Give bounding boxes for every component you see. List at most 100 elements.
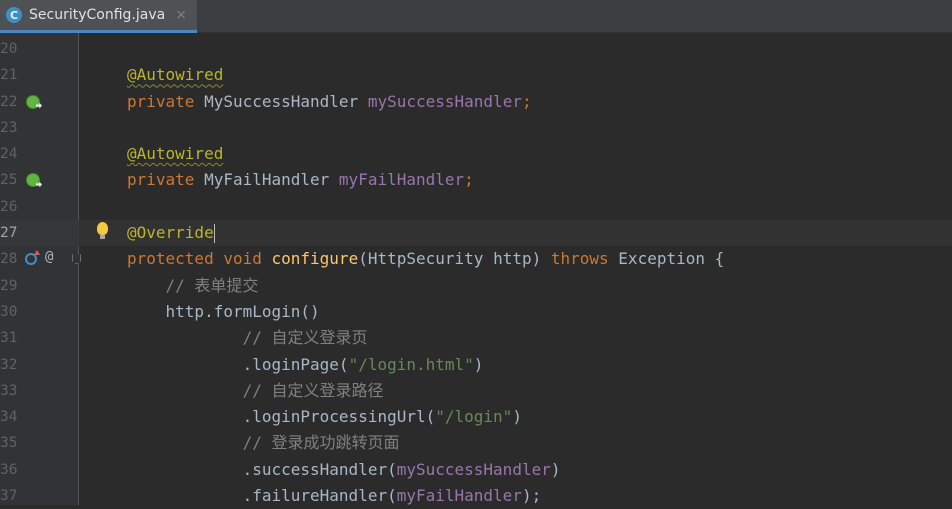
- code-editor[interactable]: 20 21 @Autowired 22 private MySuccessHandler…: [0, 33, 952, 505]
- tab-securityconfig[interactable]: C SecurityConfig.java ×: [0, 0, 197, 33]
- line-number[interactable]: 24: [0, 141, 20, 167]
- code-token: ): [512, 407, 522, 427]
- line-number[interactable]: 37: [0, 483, 20, 509]
- fold-icon[interactable]: [72, 254, 81, 265]
- code-token: // 自定义登录路径: [242, 380, 384, 400]
- code-token: @Autowired: [127, 65, 224, 85]
- code-text: // 登录成功跳转页面: [127, 430, 400, 456]
- annotation-at-icon[interactable]: @: [45, 249, 53, 265]
- code-line[interactable]: 31 // 自定义登录页: [0, 325, 952, 351]
- line-number[interactable]: 36: [0, 457, 20, 483]
- code-token: @Autowired: [127, 144, 224, 164]
- code-line[interactable]: 32 .loginPage("/login.html"): [0, 352, 952, 378]
- code-text: @Override: [127, 220, 215, 246]
- code-token: // 自定义登录页: [242, 328, 368, 348]
- code-text: .successHandler(mySuccessHandler): [127, 457, 561, 483]
- code-line[interactable]: 27 @Override: [0, 220, 952, 247]
- code-line[interactable]: 35 // 登录成功跳转页面: [0, 430, 952, 456]
- code-text: .failureHandler(myFailHandler);: [127, 483, 542, 509]
- code-token: "/login": [435, 407, 513, 427]
- line-number[interactable]: 33: [0, 378, 20, 404]
- close-icon[interactable]: ×: [175, 7, 187, 23]
- code-token: // 登录成功跳转页面: [242, 433, 400, 453]
- code-token: private: [127, 91, 205, 111]
- code-text: @Autowired: [127, 62, 223, 88]
- line-number[interactable]: 20: [0, 36, 20, 62]
- code-line[interactable]: 34 .loginProcessingUrl("/login"): [0, 404, 952, 430]
- intention-bulb-icon[interactable]: [97, 222, 108, 240]
- line-number[interactable]: 23: [0, 115, 20, 141]
- code-token: // 表单提交: [165, 275, 259, 295]
- line-number[interactable]: 31: [0, 325, 20, 351]
- code-text: // 自定义登录路径: [127, 378, 384, 404]
- code-text: // 自定义登录页: [127, 325, 368, 351]
- code-token: mySuccessHandler: [396, 459, 551, 479]
- line-number[interactable]: 21: [0, 62, 20, 88]
- code-line[interactable]: 37 .failureHandler(myFailHandler);: [0, 483, 952, 509]
- code-token: mySuccessHandler: [367, 91, 522, 111]
- line-number[interactable]: 22: [0, 89, 20, 115]
- code-token: private: [127, 170, 205, 190]
- code-token: .successHandler(: [127, 459, 397, 479]
- code-text: private MySuccessHandler mySuccessHandle…: [127, 89, 532, 115]
- code-line[interactable]: 25 private MyFailHandler myFailHandler;: [0, 167, 952, 193]
- bean-navigate-icon[interactable]: [26, 94, 40, 109]
- editor-tab-bar: C SecurityConfig.java ×: [0, 0, 952, 33]
- line-number[interactable]: 29: [0, 273, 20, 299]
- code-token: MySuccessHandler: [204, 91, 368, 111]
- code-text: http.formLogin(): [127, 299, 320, 325]
- code-token: myFailHandler: [396, 486, 522, 506]
- code-token: .failureHandler(: [127, 486, 397, 506]
- code-token: "/login.html": [348, 354, 474, 374]
- line-number[interactable]: 34: [0, 404, 20, 430]
- override-method-icon[interactable]: [25, 250, 40, 266]
- code-token: ;: [521, 91, 532, 111]
- code-token: void: [223, 249, 272, 269]
- text-caret: [213, 224, 215, 244]
- code-text: @Autowired: [127, 141, 223, 167]
- code-line[interactable]: 33 // 自定义登录路径: [0, 378, 952, 404]
- line-number[interactable]: 26: [0, 194, 20, 220]
- code-token: (HttpSecurity http): [358, 249, 551, 269]
- code-text: .loginProcessingUrl("/login"): [127, 404, 522, 430]
- code-text: // 表单提交: [127, 273, 259, 299]
- code-line[interactable]: 36 .successHandler(mySuccessHandler): [0, 457, 952, 483]
- code-token: @Override: [127, 223, 214, 243]
- code-text: protected void configure(HttpSecurity ht…: [127, 246, 724, 272]
- code-text: .loginPage("/login.html"): [127, 352, 484, 378]
- tab-file-name: SecurityConfig.java: [29, 7, 166, 23]
- line-number[interactable]: 27: [0, 220, 20, 246]
- code-token: MyFailHandler: [204, 170, 339, 190]
- code-line[interactable]: 30 http.formLogin(): [0, 299, 952, 325]
- code-line[interactable]: 28 @ protected void configure(HttpSecurity…: [0, 246, 952, 272]
- code-token: protected: [127, 249, 224, 269]
- line-number[interactable]: 25: [0, 167, 20, 193]
- code-token: http.formLogin(): [127, 301, 320, 321]
- code-token: ): [473, 354, 484, 374]
- code-token: ): [550, 459, 561, 479]
- code-line[interactable]: 24 @Autowired: [0, 141, 952, 167]
- code-token: myFailHandler: [338, 170, 465, 190]
- code-token: configure: [271, 249, 359, 269]
- code-token: ;: [464, 170, 474, 190]
- code-line[interactable]: 21 @Autowired: [0, 62, 952, 88]
- bean-navigate-icon[interactable]: [26, 173, 40, 188]
- code-token: .loginProcessingUrl(: [127, 407, 436, 427]
- line-number[interactable]: 32: [0, 352, 20, 378]
- code-lines: 20 21 @Autowired 22 private MySuccessHandler…: [0, 36, 952, 509]
- code-line[interactable]: 29 // 表单提交: [0, 273, 952, 299]
- code-line[interactable]: 20: [0, 36, 952, 62]
- line-number[interactable]: 30: [0, 299, 20, 325]
- code-line[interactable]: 22 private MySuccessHandler mySuccessHand…: [0, 89, 952, 115]
- code-line[interactable]: 26: [0, 194, 952, 220]
- code-token: );: [521, 486, 542, 506]
- code-line[interactable]: 23: [0, 115, 952, 141]
- line-number[interactable]: 28: [0, 246, 20, 272]
- code-token: throws: [550, 249, 619, 269]
- line-number[interactable]: 35: [0, 430, 20, 456]
- code-text: private MyFailHandler myFailHandler;: [127, 167, 474, 193]
